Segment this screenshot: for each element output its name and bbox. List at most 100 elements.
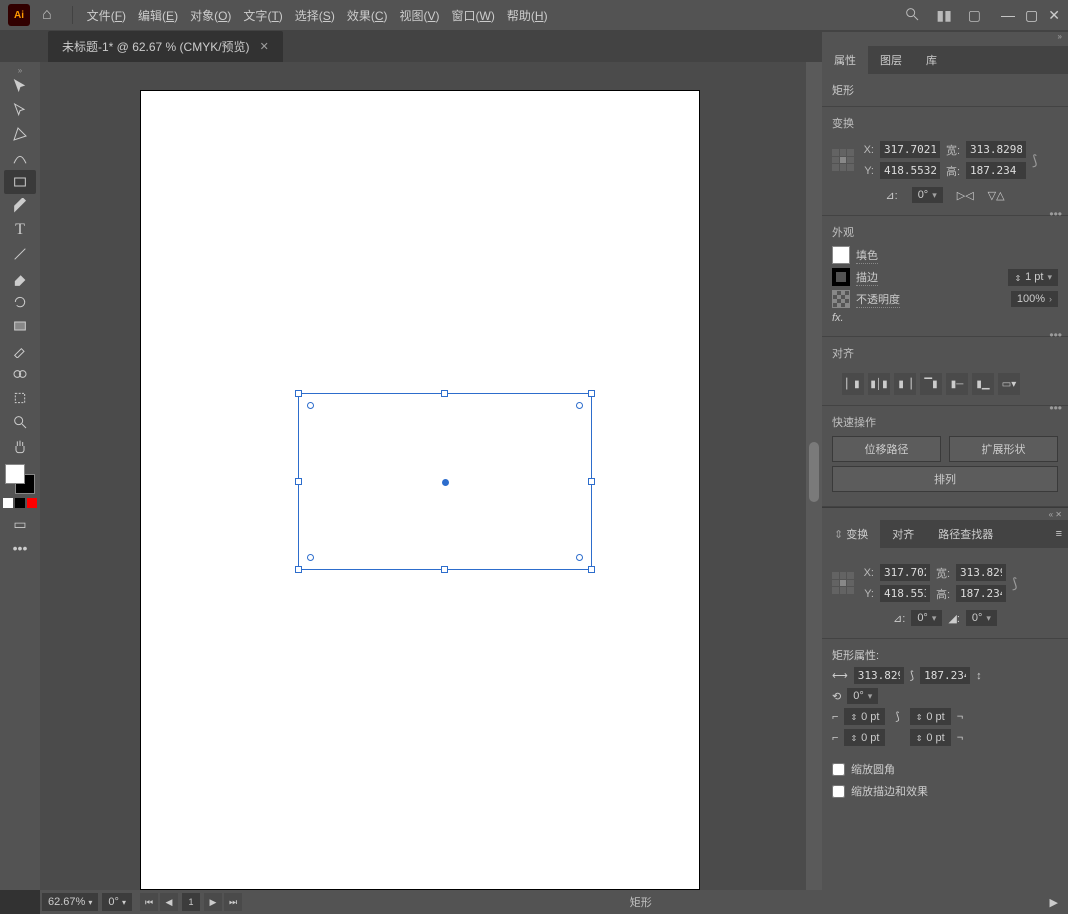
y-field[interactable] (880, 162, 940, 179)
tp-width-field[interactable] (956, 564, 1006, 581)
corner-tl-icon[interactable]: ⌐ (832, 711, 838, 723)
eyedropper-tool[interactable] (4, 338, 36, 362)
menu-effect[interactable]: 效果(C) (341, 7, 394, 24)
rotate-tool[interactable] (4, 290, 36, 314)
vertical-scrollbar[interactable] (806, 62, 822, 890)
tab-transform[interactable]: ⇕变换 (822, 520, 880, 548)
tab-align[interactable]: 对齐 (880, 520, 926, 548)
blend-tool[interactable] (4, 362, 36, 386)
link-wh-icon[interactable]: ⟆ (1032, 152, 1037, 169)
rect-rotate-field[interactable]: 0°▾ (847, 688, 878, 704)
rectangle-tool[interactable] (4, 170, 36, 194)
height-field[interactable] (966, 162, 1026, 179)
rect-width-field[interactable] (854, 667, 904, 684)
handle-top-center[interactable] (441, 390, 448, 397)
more-options-icon[interactable]: ••• (1049, 401, 1062, 415)
arrange-button[interactable]: 排列 (832, 466, 1058, 492)
menu-select[interactable]: 选择(S) (289, 7, 341, 24)
paintbrush-tool[interactable] (4, 194, 36, 218)
panel-collapse-icon[interactable]: « ✕ (1049, 510, 1062, 519)
stroke-weight-field[interactable]: ⇕ 1 pt ▾ (1008, 269, 1058, 286)
tp-height-field[interactable] (956, 585, 1006, 602)
tp-y-field[interactable] (880, 585, 930, 602)
offset-path-button[interactable]: 位移路径 (832, 436, 941, 462)
align-top-icon[interactable]: ▔▮ (920, 373, 942, 395)
menu-view[interactable]: 视图(V) (394, 7, 446, 24)
maximize-icon[interactable]: ▢ (1025, 7, 1038, 24)
tab-layers[interactable]: 图层 (868, 46, 914, 74)
align-hcenter-icon[interactable]: ▮│▮ (868, 373, 890, 395)
gradient-tool[interactable] (4, 314, 36, 338)
corner-tl-field[interactable]: ⇕ 0 pt (844, 708, 885, 725)
menu-window[interactable]: 窗口(W) (446, 7, 501, 24)
tab-pathfinder[interactable]: 路径查找器 (926, 520, 1005, 548)
artboard[interactable] (140, 90, 700, 890)
corner-radius-br[interactable] (576, 554, 583, 561)
handle-top-right[interactable] (588, 390, 595, 397)
tp-x-field[interactable] (880, 564, 930, 581)
corner-radius-tl[interactable] (307, 402, 314, 409)
corner-tr-icon[interactable]: ¬ (957, 711, 963, 723)
search-icon[interactable] (904, 6, 920, 25)
handle-bottom-center[interactable] (441, 566, 448, 573)
fx-button[interactable]: fx. (832, 312, 844, 324)
prev-artboard-icon[interactable]: ◀ (160, 893, 178, 911)
link-corners-icon[interactable]: ⟆ (895, 710, 899, 723)
tab-libraries[interactable]: 库 (914, 46, 949, 74)
menu-object[interactable]: 对象(O) (184, 7, 237, 24)
arrange-icon[interactable]: ▮▮ (936, 7, 951, 24)
line-tool[interactable] (4, 242, 36, 266)
direct-selection-tool[interactable] (4, 98, 36, 122)
document-tab[interactable]: 未标题-1* @ 62.67 % (CMYK/预览) ✕ (48, 31, 283, 62)
fill-swatch[interactable] (832, 246, 850, 264)
home-icon[interactable]: ⌂ (42, 6, 52, 24)
tab-close-icon[interactable]: ✕ (260, 40, 269, 53)
corner-bl-field[interactable]: ⇕ 0 pt (844, 729, 885, 746)
status-caret-icon[interactable]: ▶ (1040, 896, 1068, 909)
type-tool[interactable]: T (4, 218, 36, 242)
artboard-number-field[interactable]: 1 (182, 893, 200, 911)
first-artboard-icon[interactable]: ⏮ (140, 893, 158, 911)
selected-rectangle[interactable] (298, 393, 592, 570)
last-artboard-icon[interactable]: ⏭ (224, 893, 242, 911)
align-to-dropdown[interactable]: ▭▾ (998, 373, 1020, 395)
screen-mode-tool[interactable]: ▭ (4, 512, 36, 536)
handle-top-left[interactable] (295, 390, 302, 397)
fill-stroke-swatch[interactable] (5, 464, 35, 494)
handle-bottom-left[interactable] (295, 566, 302, 573)
minimize-icon[interactable]: — (1001, 7, 1015, 24)
color-mode-swatches[interactable] (3, 498, 37, 508)
eraser-tool[interactable] (4, 266, 36, 290)
width-field[interactable] (966, 141, 1026, 158)
align-left-icon[interactable]: ▏▮ (842, 373, 864, 395)
flip-vertical-icon[interactable]: ▽△ (988, 189, 1005, 202)
menu-type[interactable]: 文字(T) (237, 7, 288, 24)
link-icon[interactable]: ⟆ (910, 669, 914, 682)
tp-shear-field[interactable]: 0°▾ (966, 610, 997, 626)
reference-point-grid[interactable] (832, 149, 854, 171)
handle-mid-right[interactable] (588, 478, 595, 485)
handle-mid-left[interactable] (295, 478, 302, 485)
align-right-icon[interactable]: ▮▕ (894, 373, 916, 395)
selection-tool[interactable] (4, 74, 36, 98)
align-bottom-icon[interactable]: ▮▁ (972, 373, 994, 395)
opacity-swatch[interactable] (832, 290, 850, 308)
workspace-icon[interactable]: ▢ (968, 7, 981, 24)
stroke-swatch[interactable] (832, 268, 850, 286)
curvature-tool[interactable] (4, 146, 36, 170)
expand-shape-button[interactable]: 扩展形状 (949, 436, 1058, 462)
close-icon[interactable]: ✕ (1048, 7, 1060, 24)
collapse-handle[interactable]: » (822, 32, 1068, 46)
artboard-tool[interactable] (4, 386, 36, 410)
link-wh-icon-2[interactable]: ⟆ (1012, 575, 1017, 592)
corner-bl-icon[interactable]: ⌐ (832, 732, 838, 744)
corner-br-field[interactable]: ⇕ 0 pt (910, 729, 951, 746)
corner-radius-tr[interactable] (576, 402, 583, 409)
angle-dropdown[interactable]: 0°▾ (912, 187, 943, 203)
corner-br-icon[interactable]: ¬ (957, 732, 963, 744)
center-point[interactable] (442, 479, 449, 486)
flip-horizontal-icon[interactable]: ▷◁ (957, 189, 974, 202)
scale-strokes-checkbox[interactable]: 缩放描边和效果 (822, 780, 1068, 802)
pen-tool[interactable] (4, 122, 36, 146)
menu-edit[interactable]: 编辑(E) (132, 7, 184, 24)
